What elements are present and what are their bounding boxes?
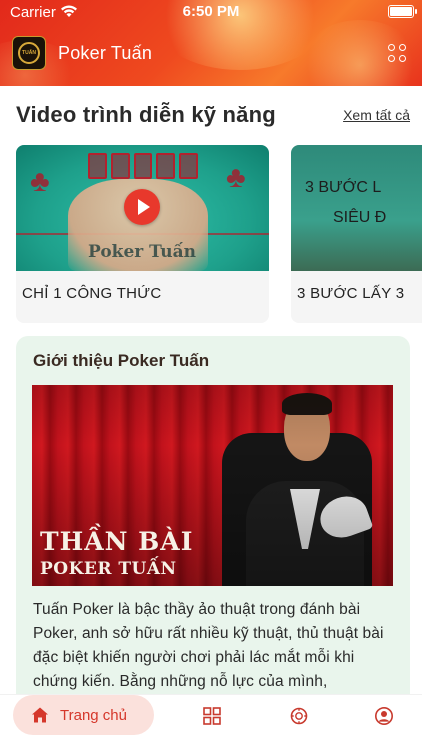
intro-banner-image: THẦN BÀI POKER TUẤN (32, 385, 393, 586)
grid-icon[interactable] (202, 706, 222, 726)
thumbnail-title-line1: 3 BƯỚC L (305, 179, 382, 196)
intro-card: Giới thiệu Poker Tuấn THẦN BÀI POKER TUẤ… (16, 336, 410, 750)
video-carousel[interactable]: ♣ ♣ Poker Tuấn CHỈ 1 CÔNG THỨC 3 BƯỚC L … (16, 145, 422, 323)
app-logo: TUẤN (12, 36, 46, 70)
video-caption: CHỈ 1 CÔNG THỨC (22, 285, 162, 302)
video-thumbnail[interactable]: 3 BƯỚC L SIÊU Đ (291, 145, 422, 271)
app-title: Poker Tuấn (58, 43, 153, 63)
tab-home[interactable]: Trang chủ (13, 695, 154, 735)
banner-caption-1: THẦN BÀI (40, 527, 194, 556)
profile-icon[interactable] (374, 706, 394, 726)
thumbnail-title-line2: SIÊU Đ (333, 209, 387, 226)
video-card[interactable]: 3 BƯỚC L SIÊU Đ 3 BƯỚC LẤY 3 (291, 145, 422, 323)
app-bar: TUẤN Poker Tuấn (12, 34, 410, 74)
skills-section-title: Video trình diễn kỹ năng (16, 102, 276, 127)
video-caption: 3 BƯỚC LẤY 3 (297, 285, 405, 302)
banner-caption-2: POKER TUẤN (40, 559, 177, 579)
app-screen: Carrier 6:50 PM TUẤN Poker Tuấn Video tr… (0, 0, 422, 750)
see-all-link[interactable]: Xem tất cả (343, 107, 410, 123)
skills-section-header: Video trình diễn kỹ năng Xem tất cả (16, 100, 422, 132)
logo-text: TUẤN (18, 42, 40, 64)
bottom-nav: Trang chủ (0, 694, 422, 750)
intro-title: Giới thiệu Poker Tuấn (33, 351, 210, 370)
intro-text: Tuấn Poker là bậc thầy ảo thuật trong đá… (33, 601, 384, 690)
grid-menu-icon[interactable] (388, 44, 406, 62)
thumbnail-label: Poker Tuấn (88, 242, 196, 262)
clock: 6:50 PM (182, 3, 240, 20)
battery-icon (388, 5, 417, 18)
tab-home-label: Trang chủ (60, 706, 127, 724)
video-thumbnail[interactable]: ♣ ♣ Poker Tuấn (16, 145, 269, 271)
chip-icon[interactable] (289, 706, 309, 726)
status-bar: Carrier 6:50 PM (0, 0, 422, 24)
home-icon (32, 707, 48, 723)
video-card[interactable]: ♣ ♣ Poker Tuấn CHỈ 1 CÔNG THỨC (16, 145, 269, 323)
header: Carrier 6:50 PM TUẤN Poker Tuấn (0, 0, 422, 86)
play-icon[interactable] (124, 189, 160, 225)
